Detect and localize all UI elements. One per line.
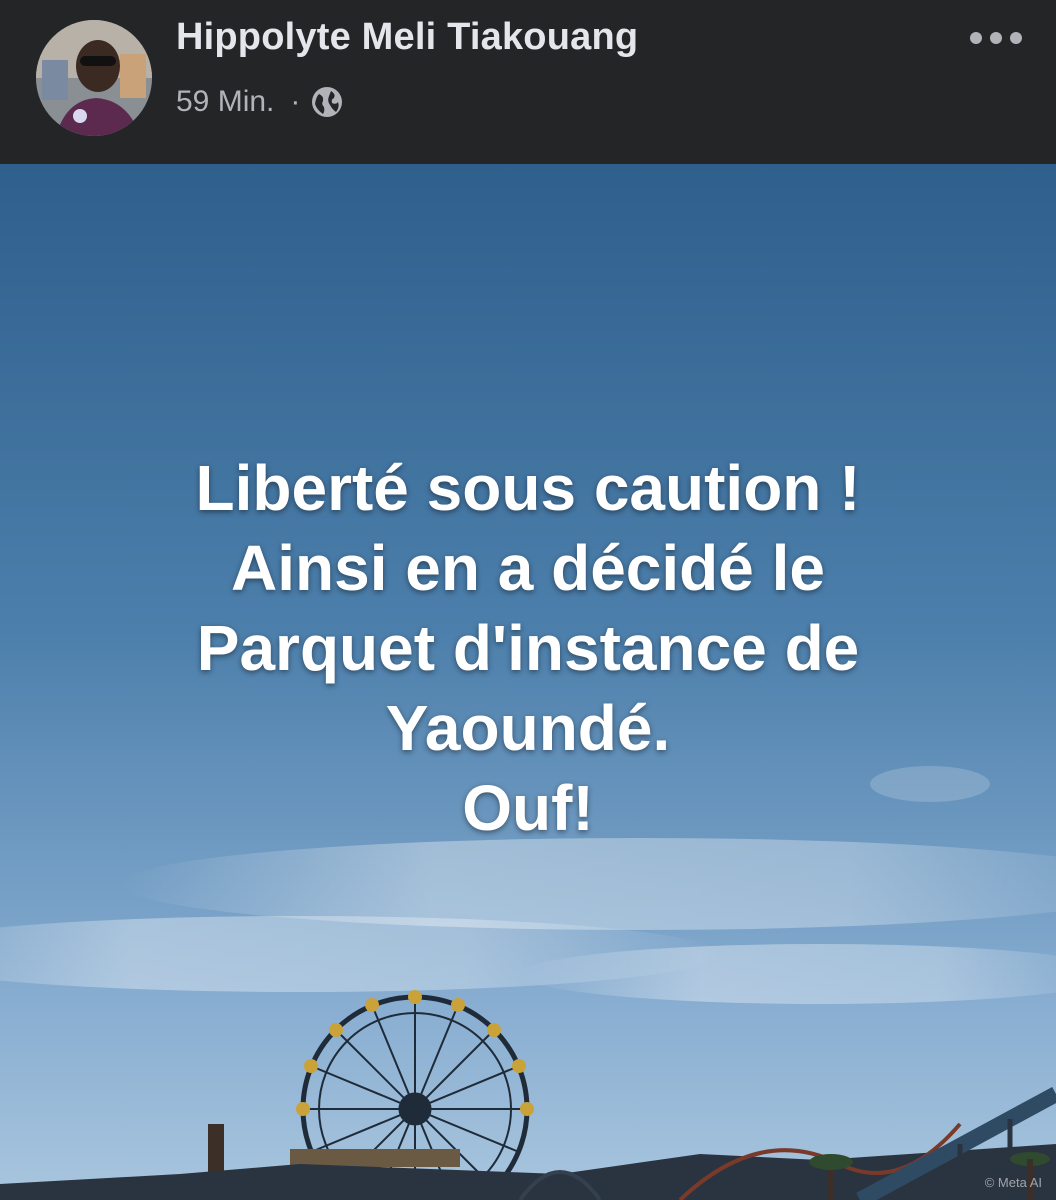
globe-icon bbox=[310, 85, 344, 119]
caption-line: Yaoundé. bbox=[385, 692, 671, 764]
post-timestamp[interactable]: 59 Min. bbox=[176, 85, 274, 119]
caption-line: Liberté sous caution ! bbox=[195, 452, 861, 524]
author-name[interactable]: Hippolyte Meli Tiakouang bbox=[176, 16, 638, 59]
post-meta: 59 Min. · bbox=[176, 80, 344, 124]
post-header: Hippolyte Meli Tiakouang 59 Min. · bbox=[0, 0, 1056, 164]
image-watermark: © Meta AI bbox=[984, 1175, 1042, 1190]
post-caption: Liberté sous caution ! Ainsi en a décidé… bbox=[60, 448, 996, 848]
post-image[interactable]: Liberté sous caution ! Ainsi en a décidé… bbox=[0, 164, 1056, 1200]
caption-line: Ouf! bbox=[462, 772, 594, 844]
caption-line: Parquet d'instance de bbox=[196, 612, 860, 684]
more-options-button[interactable] bbox=[964, 20, 1028, 56]
author-avatar[interactable] bbox=[36, 20, 152, 136]
caption-line: Ainsi en a décidé le bbox=[231, 532, 825, 604]
more-horizontal-icon bbox=[970, 32, 1022, 44]
meta-separator: · bbox=[290, 85, 301, 118]
avatar-photo bbox=[36, 20, 152, 136]
